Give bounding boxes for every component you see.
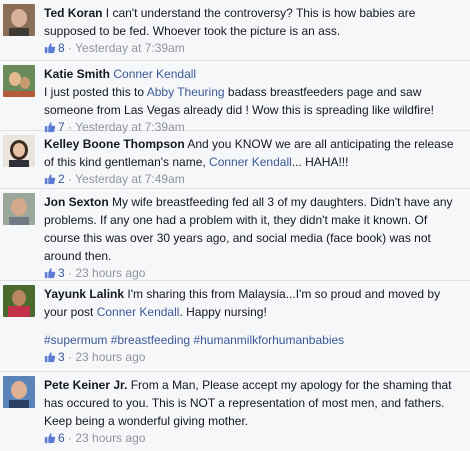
comment-author[interactable]: Kelley Boone Thompson (44, 137, 185, 151)
like-count-button[interactable]: 6 (44, 431, 65, 445)
comment-item: Kelley Boone Thompson And you KNOW we ar… (0, 131, 470, 189)
comment-item: Katie Smith Conner Kendall I just posted … (0, 61, 470, 134)
comment-list: Ted Koran I can't understand the controv… (0, 0, 470, 447)
comment-body: Pete Keiner Jr. From a Man, Please accep… (44, 376, 464, 430)
comment-author[interactable]: Katie Smith (44, 67, 110, 81)
comment-author[interactable]: Jon Sexton (44, 195, 109, 209)
comment-text-before: I just posted this to (44, 85, 147, 99)
mention-link[interactable]: Conner Kendall (209, 155, 292, 169)
comment-text-after: . Happy nursing! (179, 305, 267, 319)
hashtag-links[interactable]: #supermum #breastfeeding #humanmilkforhu… (44, 331, 464, 349)
avatar[interactable] (3, 376, 35, 408)
comment-body: Ted Koran I can't understand the controv… (44, 4, 464, 40)
comment-timestamp[interactable]: 23 hours ago (75, 350, 145, 364)
comment-timestamp[interactable]: Yesterday at 7:39am (75, 41, 185, 55)
comment-meta: 3 · 23 hours ago (44, 349, 464, 365)
thumbs-up-icon (44, 267, 56, 279)
thumbs-up-icon (44, 351, 56, 363)
like-count: 3 (58, 266, 65, 280)
avatar[interactable] (3, 285, 35, 317)
like-count-button[interactable]: 3 (44, 350, 65, 364)
like-count: 6 (58, 431, 65, 445)
thumbs-up-icon (44, 432, 56, 444)
like-count-button[interactable]: 8 (44, 41, 65, 55)
comment-meta: 6 · 23 hours ago (44, 430, 464, 446)
comment-body: Jon Sexton My wife breastfeeding fed all… (44, 193, 464, 265)
thumbs-up-icon (44, 42, 56, 54)
avatar[interactable] (3, 193, 35, 225)
comment-meta: 8 · Yesterday at 7:39am (44, 40, 464, 56)
like-count: 2 (58, 172, 65, 186)
tag-link[interactable]: Abby Theuring (147, 85, 225, 99)
like-count: 3 (58, 350, 65, 364)
avatar[interactable] (3, 135, 35, 167)
comment-body: Yayunk Lalink I'm sharing this from Mala… (44, 285, 464, 321)
comment-item: Jon Sexton My wife breastfeeding fed all… (0, 189, 470, 281)
comment-text-after: ... HAHA!!! (291, 155, 349, 169)
comment-timestamp[interactable]: 23 hours ago (75, 431, 145, 445)
avatar[interactable] (3, 65, 35, 97)
mention-link[interactable]: Conner Kendall (113, 67, 196, 81)
comment-body: Kelley Boone Thompson And you KNOW we ar… (44, 135, 464, 171)
mention-link[interactable]: Conner Kendall (97, 305, 180, 319)
comment-timestamp[interactable]: Yesterday at 7:49am (75, 172, 185, 186)
comment-item: Ted Koran I can't understand the controv… (0, 0, 470, 61)
comment-item: Pete Keiner Jr. From a Man, Please accep… (0, 372, 470, 447)
comment-item: Yayunk Lalink I'm sharing this from Mala… (0, 281, 470, 372)
comment-author[interactable]: Pete Keiner Jr. (44, 378, 127, 392)
comment-author[interactable]: Yayunk Lalink (44, 287, 124, 301)
comment-meta: 2 · Yesterday at 7:49am (44, 171, 464, 187)
comment-timestamp[interactable]: 23 hours ago (75, 266, 145, 280)
like-count: 8 (58, 41, 65, 55)
comment-meta: 3 · 23 hours ago (44, 265, 464, 281)
comment-body: Katie Smith Conner Kendall I just posted … (44, 65, 464, 119)
like-count-button[interactable]: 3 (44, 266, 65, 280)
comment-author[interactable]: Ted Koran (44, 6, 102, 20)
avatar[interactable] (3, 4, 35, 36)
like-count-button[interactable]: 2 (44, 172, 65, 186)
thumbs-up-icon (44, 173, 56, 185)
